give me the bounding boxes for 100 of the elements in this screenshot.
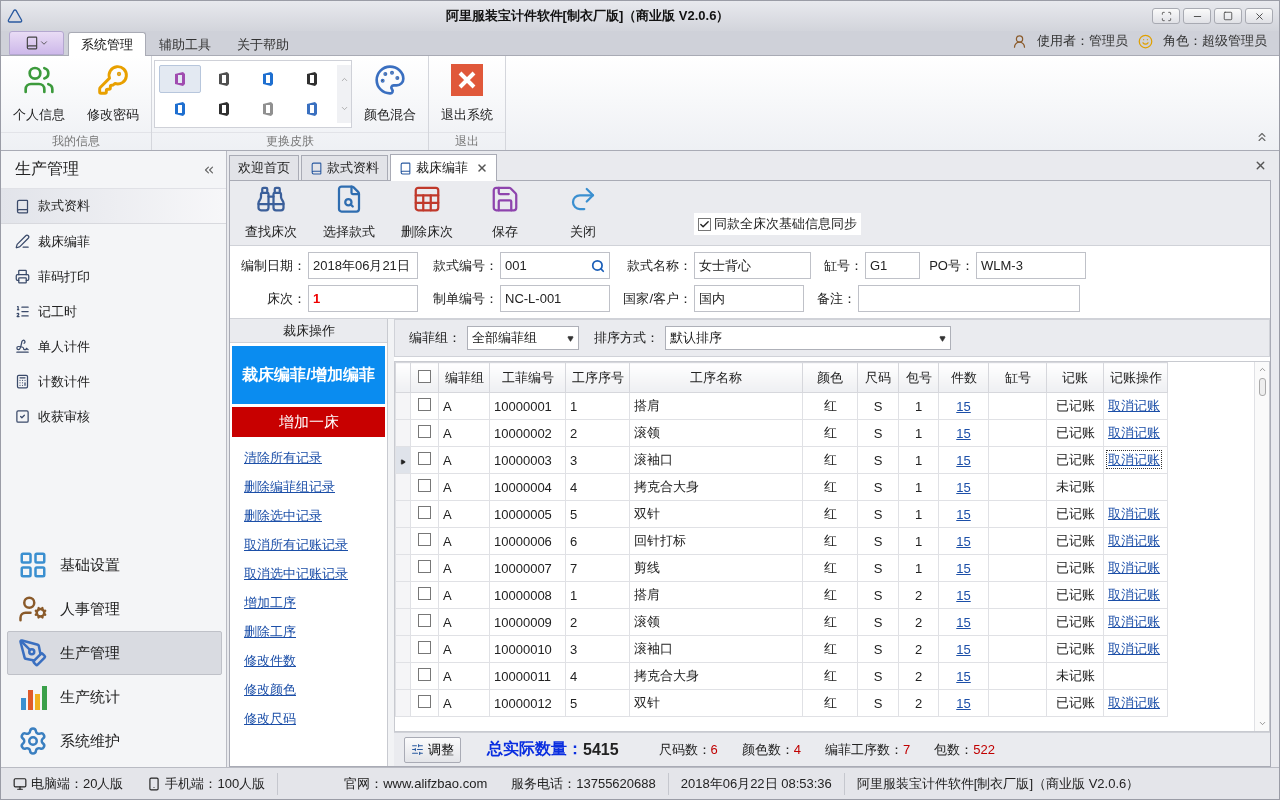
status-text: 2018年06月22日 08:53:36 [680,774,832,793]
ribbon-tab[interactable]: 关于帮助 [224,32,302,56]
ribbon-tab[interactable]: 系统管理 [68,32,146,56]
cancel-posting-link[interactable]: 取消记账 [1106,450,1162,469]
column-header[interactable]: 记账 [1046,362,1104,393]
sidebar-item[interactable]: 收获审核 [1,399,226,434]
table-cell: 滚领 [629,608,803,636]
row-checkbox[interactable] [418,425,431,438]
role-label: 角色：超级管理员 [1163,32,1267,50]
sidebar-item[interactable]: 单人计件 [1,329,226,364]
sidebar-item[interactable]: 款式资料 [1,189,226,224]
table-cell: 4 [565,473,630,501]
row-checkbox[interactable] [418,641,431,654]
input-field[interactable]: NC-L-001 [500,285,610,312]
document-tab[interactable]: 款式资料 [301,155,388,180]
toolbar-button[interactable]: 保存 [468,181,542,241]
screenshot-button[interactable] [1152,8,1180,24]
row-checkbox[interactable] [418,533,431,546]
input-field[interactable]: G1 [865,252,920,279]
add-bed-button[interactable]: 增加一床 [232,407,385,437]
toolbar-button[interactable]: 选择款式 [312,181,386,241]
input-field[interactable]: WLM-3 [976,252,1086,279]
ribbon-button[interactable]: 颜色混合 [354,60,426,128]
scrollbar[interactable] [1254,362,1269,731]
column-header[interactable]: 工序序号 [565,362,630,393]
operation-link[interactable]: 修改件数 [244,650,296,671]
scroll-thumb[interactable] [1258,378,1266,396]
operation-link[interactable]: 增加工序 [244,592,296,613]
ribbon-button[interactable]: 修改密码 [77,60,149,128]
app-menu-button[interactable] [9,31,64,55]
module-item[interactable]: 人事管理 [7,587,222,631]
column-header[interactable]: 记账操作 [1103,362,1168,393]
dropdown[interactable]: 默认排序 [665,326,951,350]
ribbon-button[interactable]: 退出系统 [431,60,503,128]
input-field[interactable] [858,285,1080,312]
input-field[interactable]: 2018年06月21日 [308,252,418,279]
operation-link[interactable]: 修改颜色 [244,679,296,700]
row-checkbox[interactable] [418,587,431,600]
input-field[interactable]: 国内 [694,285,804,312]
row-checkbox[interactable] [418,614,431,627]
select-all-checkbox[interactable] [418,369,431,383]
maximize-button[interactable] [1214,8,1242,24]
row-checkbox[interactable] [418,452,431,465]
signature-icon [15,339,30,354]
module-item[interactable]: 系统维护 [7,719,222,763]
operation-link[interactable]: 删除工序 [244,621,296,642]
column-header[interactable]: 件数 [938,362,989,393]
ribbon-tab[interactable]: 辅助工具 [146,32,224,56]
operation-link[interactable]: 取消选中记账记录 [244,563,348,584]
table-cell: 回针打标 [629,527,803,555]
row-checkbox[interactable] [418,695,431,708]
sync-checkbox[interactable]: 同款全床次基础信息同步 [694,213,861,235]
column-header[interactable]: 包号 [898,362,939,393]
operation-link[interactable]: 清除所有记录 [244,447,322,468]
row-indicator[interactable] [395,446,411,474]
row-checkbox[interactable] [418,506,431,519]
scroll-up-icon [339,75,349,84]
close-icon [1254,159,1267,172]
operation-link[interactable]: 取消所有记账记录 [244,534,348,555]
close-button[interactable] [1245,8,1273,24]
row-checkbox[interactable] [418,479,431,492]
input-field[interactable]: 001 [500,252,610,279]
table-cell: 红 [802,662,858,690]
sidebar-item[interactable]: 记工时 [1,294,226,329]
dropdown[interactable]: 全部编菲组 [467,326,579,350]
column-header[interactable]: 颜色 [802,362,858,393]
column-header[interactable]: 缸号 [988,362,1047,393]
operation-link[interactable]: 删除选中记录 [244,505,322,526]
input-field[interactable]: 1 [308,285,418,312]
scroll-up-icon [1257,365,1267,374]
module-item[interactable]: 基础设置 [7,543,222,587]
operation-link[interactable]: 删除编菲组记录 [244,476,335,497]
row-checkbox[interactable] [418,398,431,411]
search-icon [591,258,605,273]
adjust-button[interactable]: 调整 [404,736,461,763]
ribbon-button[interactable]: 个人信息 [3,60,75,128]
document-tab[interactable]: 欢迎首页 [229,155,299,180]
column-header[interactable]: 尺码 [857,362,899,393]
operation-link[interactable]: 修改尺码 [244,708,296,729]
gallery-scrollbar[interactable] [337,65,351,123]
sidebar-item[interactable]: 裁床编菲 [1,224,226,259]
column-header[interactable]: 工序名称 [629,362,803,393]
close-icon [451,64,483,96]
table-cell: 已记账 [1046,608,1104,636]
toolbar-button[interactable]: 关闭 [546,181,620,241]
printer-icon [15,269,30,284]
toolbar-button[interactable]: 删除床次 [390,181,464,241]
module-item[interactable]: 生产管理 [7,631,222,675]
column-header[interactable]: 工菲编号 [489,362,566,393]
column-header[interactable]: 编菲组 [438,362,490,393]
document-tab[interactable]: 裁床编菲 [390,154,497,181]
input-field[interactable]: 女士背心 [694,252,811,279]
row-checkbox[interactable] [418,560,431,573]
sidebar-item[interactable]: 计数计件 [1,364,226,399]
row-checkbox[interactable] [418,668,431,681]
table-cell: 已记账 [1046,419,1104,447]
table-cell: 搭肩 [629,581,803,609]
toolbar-button[interactable]: 查找床次 [234,181,308,241]
sidebar-item[interactable]: 菲码打印 [1,259,226,294]
module-item[interactable]: 生产统计 [7,675,222,719]
